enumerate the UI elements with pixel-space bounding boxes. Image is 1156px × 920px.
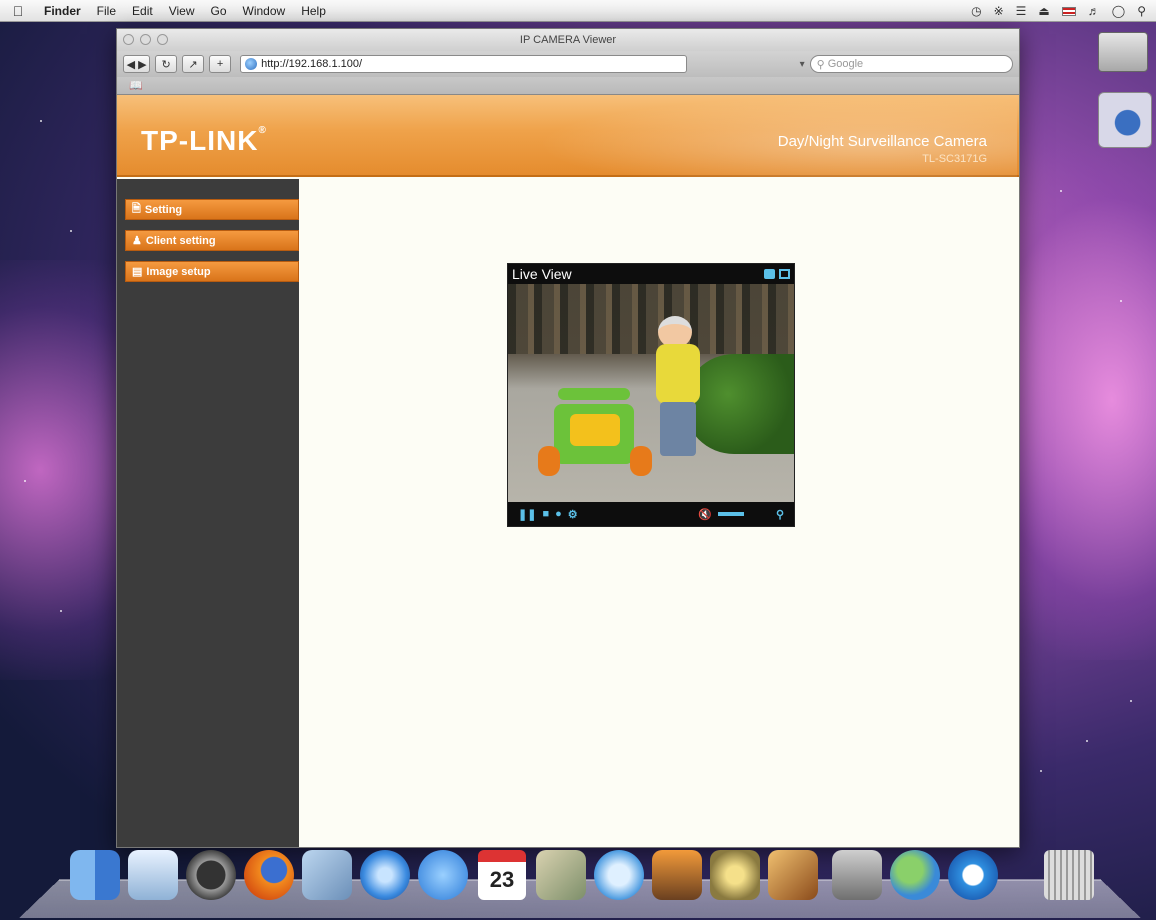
close-icon[interactable] (123, 34, 134, 45)
input-flag-icon[interactable] (1061, 6, 1076, 16)
calendar-icon[interactable]: 23 (478, 850, 526, 900)
apple-menu-icon[interactable]:  (0, 3, 36, 19)
safari-icon[interactable] (360, 850, 410, 900)
messenger-icon[interactable] (890, 850, 940, 900)
eject-icon[interactable]: ⏏ (1038, 4, 1049, 18)
menu-bar:  Finder File Edit View Go Window Help ◷… (0, 0, 1156, 22)
stop-icon[interactable]: ■ (542, 508, 549, 520)
ichat-icon[interactable] (418, 850, 468, 900)
stop-button[interactable]: ↗ (182, 55, 205, 73)
volume-slider[interactable] (717, 512, 744, 516)
reload-button[interactable]: ↻ (155, 55, 178, 73)
main-content: Live View ❚❚ ■ ● ⚙ 🔇 ⚲ (299, 179, 1019, 847)
mail-icon[interactable] (302, 850, 352, 900)
quicktime-icon[interactable] (948, 850, 998, 900)
live-view-panel: Live View ❚❚ ■ ● ⚙ 🔇 ⚲ (507, 263, 795, 527)
sidebar-item-label: Setting (144, 203, 183, 216)
title-bar: IP CAMERA Viewer (117, 29, 1019, 51)
window-title: IP CAMERA Viewer (519, 34, 617, 46)
sidebar: 🗎 Setting ♟ Client setting ▤ Image setup (117, 179, 299, 847)
dashboard-icon[interactable] (186, 850, 236, 900)
sidebar-item-image-setup[interactable]: ▤ Image setup (125, 261, 299, 282)
volume-icon[interactable]: ♬ (1088, 4, 1100, 18)
product-title: Day/Night Surveillance Camera (777, 133, 987, 150)
video-controls: ❚❚ ■ ● ⚙ 🔇 ⚲ (508, 502, 794, 526)
menu-finder[interactable]: Finder (36, 4, 89, 18)
browser-window: IP CAMERA Viewer ◀ ▶ ↻ ↗ + http://192.16… (116, 28, 1020, 848)
status-area: ◷ ※ ☰ ⏏ ♬ ◯ ⚲ (971, 0, 1146, 22)
mute-icon[interactable]: 🔇 (698, 508, 712, 521)
menu-file[interactable]: File (89, 4, 124, 18)
clock-icon[interactable]: ◯ (1112, 4, 1125, 18)
header-banner: TP-LINK® Day/Night Surveillance Camera T… (117, 95, 1019, 177)
finder-icon[interactable] (70, 850, 120, 900)
snapshot-icon[interactable] (764, 269, 775, 279)
sidebar-item-client-setting[interactable]: ♟ Client setting (125, 230, 299, 251)
minimize-icon[interactable] (140, 34, 151, 45)
bluetooth-icon[interactable]: ※ (994, 4, 1004, 18)
menu-go[interactable]: Go (203, 4, 235, 18)
record-icon[interactable]: ● (555, 508, 562, 520)
hard-drive-icon[interactable] (1098, 32, 1148, 72)
camera-video-feed (508, 284, 794, 502)
dock: 23 (19, 842, 1141, 920)
search-placeholder: Google (827, 58, 864, 70)
add-bookmark-button[interactable]: + (209, 55, 232, 73)
itunes-icon[interactable] (594, 850, 644, 900)
imovie-icon[interactable] (710, 850, 760, 900)
time-machine-icon[interactable]: ◷ (971, 4, 981, 18)
bookmarks-bar: 📖 (117, 77, 1019, 95)
fullscreen-icon[interactable] (779, 269, 790, 279)
product-model: TL-SC3171G (922, 153, 987, 165)
zoom-icon[interactable]: ⚲ (776, 508, 784, 521)
live-view-title: Live View (512, 266, 572, 282)
users-icon: ♟ (132, 235, 142, 247)
live-view-header: Live View (508, 264, 794, 284)
back-forward-button[interactable]: ◀ ▶ (123, 55, 151, 73)
search-icon: ⚲ (816, 58, 825, 71)
firefox-icon[interactable] (244, 850, 294, 900)
sidebar-item-setting[interactable]: 🗎 Setting (125, 199, 299, 220)
globe-icon (245, 58, 258, 70)
browser-toolbar: ◀ ▶ ↻ ↗ + http://192.168.1.100/ ▾ ⚲ Goog… (117, 51, 1019, 77)
pause-icon[interactable]: ❚❚ (518, 508, 536, 521)
trash-icon[interactable] (1044, 850, 1094, 900)
search-field[interactable]: ⚲ Google (809, 55, 1013, 73)
document-icon: 🗎 (132, 203, 141, 215)
menu-window[interactable]: Window (235, 4, 294, 18)
sidebar-item-label: Client setting (145, 234, 216, 247)
photo-booth-icon[interactable] (652, 850, 702, 900)
menu-edit[interactable]: Edit (124, 4, 161, 18)
zoom-icon[interactable] (157, 34, 168, 45)
menu-view[interactable]: View (161, 4, 203, 18)
spotlight-icon[interactable]: ⚲ (1137, 4, 1146, 18)
system-preferences-icon[interactable] (832, 850, 882, 900)
tp-link-logo: TP-LINK® (141, 125, 267, 156)
garageband-icon[interactable] (768, 850, 818, 900)
iphoto-icon[interactable] (536, 850, 586, 900)
address-dropdown-icon[interactable]: ▾ (800, 59, 805, 70)
address-bar[interactable]: http://192.168.1.100/ (240, 55, 687, 73)
address-text: http://192.168.1.100/ (261, 58, 363, 70)
dashboard-box-icon[interactable] (128, 850, 178, 900)
sidebar-item-label: Image setup (146, 265, 211, 278)
camera-app-icon[interactable] (1098, 92, 1152, 148)
calendar-day: 23 (489, 867, 515, 892)
camera-web-page: TP-LINK® Day/Night Surveillance Camera T… (117, 95, 1019, 847)
menu-help[interactable]: Help (293, 4, 334, 18)
wifi-icon[interactable]: ☰ (1016, 4, 1027, 18)
image-setup-icon: ▤ (132, 266, 143, 278)
settings-icon[interactable]: ⚙ (568, 508, 578, 521)
bookmarks-book-icon[interactable]: 📖 (129, 79, 143, 92)
